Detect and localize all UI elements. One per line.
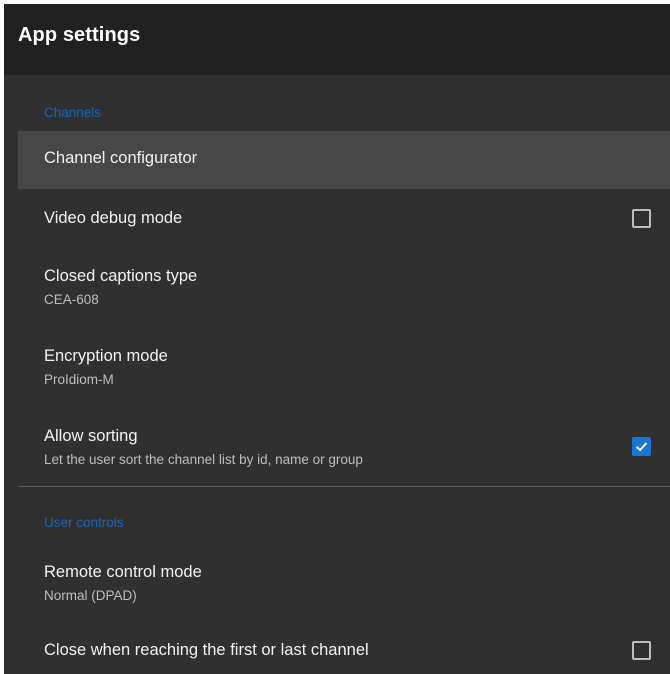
pref-close-when-reaching-first-or-last-channel[interactable]: Close when reaching the first or last ch… (18, 620, 670, 674)
pref-summary: Let the user sort the channel list by id… (44, 452, 363, 467)
pref-title: Remote control mode (44, 563, 202, 581)
pref-title: Encryption mode (44, 347, 168, 365)
category-header-user-controls: User controls (44, 515, 124, 530)
pref-encryption-mode[interactable]: Encryption mode ProIdiom-M (18, 325, 670, 403)
divider (18, 486, 670, 487)
checkbox-checked-icon[interactable] (632, 437, 651, 456)
settings-screen: App settings Channels Channel configurat… (4, 4, 670, 674)
pref-title: Channel configurator (44, 149, 198, 167)
pref-remote-control-mode[interactable]: Remote control mode Normal (DPAD) (18, 542, 670, 620)
checkbox-outline-icon[interactable] (632, 209, 651, 228)
pref-summary: CEA-608 (44, 292, 99, 307)
pref-title: Close when reaching the first or last ch… (44, 641, 369, 659)
pref-title: Video debug mode (44, 209, 183, 227)
pref-video-debug-mode[interactable]: Video debug mode (18, 189, 670, 247)
pref-title: Closed captions type (44, 267, 198, 285)
pref-summary: Normal (DPAD) (44, 588, 137, 603)
app-bar: App settings (4, 4, 670, 75)
pref-allow-sorting[interactable]: Allow sorting Let the user sort the chan… (18, 403, 670, 485)
pref-title: Allow sorting (44, 427, 138, 445)
pref-channel-configurator[interactable]: Channel configurator (18, 131, 670, 189)
page-title: App settings (18, 24, 141, 46)
pref-summary: ProIdiom-M (44, 372, 114, 387)
pref-closed-captions-type[interactable]: Closed captions type CEA-608 (18, 247, 670, 325)
category-header-channels: Channels (44, 105, 102, 120)
checkbox-outline-icon[interactable] (632, 641, 651, 660)
